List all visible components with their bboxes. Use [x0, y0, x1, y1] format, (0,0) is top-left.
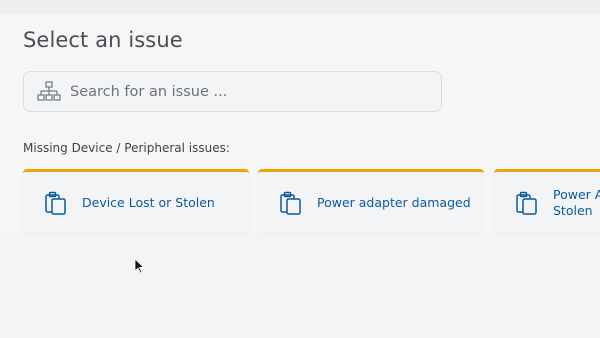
issue-card-label: Power A Stolen [553, 186, 600, 218]
clipboard-icon [280, 191, 301, 215]
top-bar-shadow [0, 0, 600, 14]
issue-card-label: Power adapter damaged [317, 194, 471, 210]
page-title: Select an issue [23, 28, 183, 52]
section-label: Missing Device / Peripheral issues: [23, 141, 230, 155]
search-input[interactable] [70, 72, 430, 111]
search-box[interactable] [23, 71, 442, 112]
issue-card-label: Device Lost or Stolen [82, 194, 215, 210]
issue-card-power-adapter-stolen[interactable]: Power A Stolen [494, 169, 600, 233]
empty-content-area [0, 234, 600, 338]
hierarchy-icon [37, 81, 61, 101]
mouse-pointer-icon [134, 258, 145, 274]
issue-card-device-lost[interactable]: Device Lost or Stolen [23, 169, 249, 233]
clipboard-icon [45, 191, 66, 215]
issue-card-power-adapter-damaged[interactable]: Power adapter damaged [258, 169, 484, 233]
clipboard-icon [516, 191, 537, 215]
